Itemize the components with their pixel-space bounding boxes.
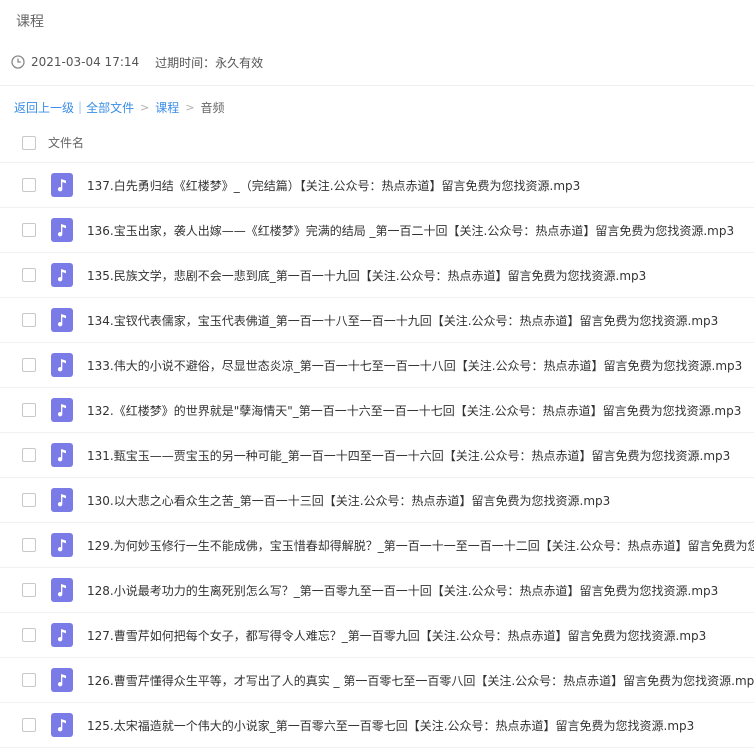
file-row[interactable]: 125.太宋福造就一个伟大的小说家_第一百零六至一百零七回【关注.公众号：热点赤… bbox=[0, 703, 754, 748]
music-note-icon bbox=[51, 443, 73, 467]
file-row[interactable]: 136.宝玉出家，袭人出嫁——《红楼梦》完满的结局 _第一百二十回【关注.公众号… bbox=[0, 208, 754, 253]
music-note-icon bbox=[51, 713, 73, 737]
music-note-icon bbox=[51, 623, 73, 647]
file-row[interactable]: 131.甄宝玉——贾宝玉的另一种可能_第一百一十四至一百一十六回【关注.公众号：… bbox=[0, 433, 754, 478]
music-note-icon bbox=[51, 353, 73, 377]
breadcrumb-divider: | bbox=[78, 100, 83, 114]
file-row[interactable]: 127.曹雪芹如何把每个女子，都写得令人难忘？_第一百零九回【关注.公众号：热点… bbox=[0, 613, 754, 658]
file-checkbox[interactable] bbox=[22, 628, 36, 642]
file-list-header: 文件名 bbox=[0, 123, 754, 163]
all-files-link[interactable]: 全部文件 bbox=[86, 99, 134, 116]
file-name[interactable]: 127.曹雪芹如何把每个女子，都写得令人难忘？_第一百零九回【关注.公众号：热点… bbox=[87, 627, 706, 644]
divider bbox=[0, 85, 754, 86]
breadcrumb-current: 音频 bbox=[200, 100, 225, 115]
file-row[interactable]: 134.宝钗代表儒家，宝玉代表佛道_第一百一十八至一百一十九回【关注.公众号：热… bbox=[0, 298, 754, 343]
music-note-icon bbox=[51, 533, 73, 557]
file-name[interactable]: 137.白先勇归结《红楼梦》_（完结篇）【关注.公众号：热点赤道】留言免费为您找… bbox=[87, 177, 580, 194]
file-name[interactable]: 129.为何妙玉修行一生不能成佛，宝玉惜春却得解脱？_第一百一十一至一百一十二回… bbox=[87, 537, 754, 554]
breadcrumb-separator: > bbox=[185, 100, 195, 114]
music-note-icon bbox=[51, 173, 73, 197]
file-row[interactable]: 126.曹雪芹懂得众生平等，才写出了人的真实 _ 第一百零七至一百零八回【关注.… bbox=[0, 658, 754, 703]
music-note-icon bbox=[51, 668, 73, 692]
breadcrumb: 返回上一级 | 全部文件 > 课程 > 音频 bbox=[14, 99, 225, 115]
music-note-icon bbox=[51, 218, 73, 242]
file-row[interactable]: 128.小说最考功力的生离死别怎么写？_第一百零九至一百一十回【关注.公众号：热… bbox=[0, 568, 754, 613]
file-row[interactable]: 137.白先勇归结《红楼梦》_（完结篇）【关注.公众号：热点赤道】留言免费为您找… bbox=[0, 163, 754, 208]
file-checkbox[interactable] bbox=[22, 718, 36, 732]
file-name[interactable]: 128.小说最考功力的生离死别怎么写？_第一百零九至一百一十回【关注.公众号：热… bbox=[87, 582, 718, 599]
file-name[interactable]: 135.民族文学，悲剧不会一悲到底_第一百一十九回【关注.公众号：热点赤道】留言… bbox=[87, 267, 646, 284]
page-title: 课程 bbox=[16, 14, 44, 30]
file-checkbox[interactable] bbox=[22, 358, 36, 372]
file-name[interactable]: 126.曹雪芹懂得众生平等，才写出了人的真实 _ 第一百零七至一百零八回【关注.… bbox=[87, 672, 754, 689]
course-link[interactable]: 课程 bbox=[155, 99, 179, 116]
music-note-icon bbox=[51, 578, 73, 602]
filename-column-header: 文件名 bbox=[48, 136, 85, 150]
file-row[interactable]: 129.为何妙玉修行一生不能成佛，宝玉惜春却得解脱？_第一百一十一至一百一十二回… bbox=[0, 523, 754, 568]
music-note-icon bbox=[51, 488, 73, 512]
clock-icon bbox=[11, 55, 25, 69]
file-checkbox[interactable] bbox=[22, 538, 36, 552]
file-list: 文件名 137.白先勇归结《红楼梦》_（完结篇）【关注.公众号：热点赤道】留言免… bbox=[0, 123, 754, 748]
file-row[interactable]: 130.以大悲之心看众生之苦_第一百一十三回【关注.公众号：热点赤道】留言免费为… bbox=[0, 478, 754, 523]
file-name[interactable]: 131.甄宝玉——贾宝玉的另一种可能_第一百一十四至一百一十六回【关注.公众号：… bbox=[87, 447, 730, 464]
file-checkbox[interactable] bbox=[22, 673, 36, 687]
breadcrumb-separator: > bbox=[140, 100, 150, 114]
file-name[interactable]: 136.宝玉出家，袭人出嫁——《红楼梦》完满的结局 _第一百二十回【关注.公众号… bbox=[87, 222, 734, 239]
file-checkbox[interactable] bbox=[22, 223, 36, 237]
file-checkbox[interactable] bbox=[22, 493, 36, 507]
file-row[interactable]: 132.《红楼梦》的世界就是"孽海情天"_第一百一十六至一百一十七回【关注.公众… bbox=[0, 388, 754, 433]
file-name[interactable]: 134.宝钗代表儒家，宝玉代表佛道_第一百一十八至一百一十九回【关注.公众号：热… bbox=[87, 312, 718, 329]
file-name[interactable]: 133.伟大的小说不避俗，尽显世态炎凉_第一百一十七至一百一十八回【关注.公众号… bbox=[87, 357, 742, 374]
file-name[interactable]: 125.太宋福造就一个伟大的小说家_第一百零六至一百零七回【关注.公众号：热点赤… bbox=[87, 717, 694, 734]
file-checkbox[interactable] bbox=[22, 313, 36, 327]
file-row[interactable]: 133.伟大的小说不避俗，尽显世态炎凉_第一百一十七至一百一十八回【关注.公众号… bbox=[0, 343, 754, 388]
file-checkbox[interactable] bbox=[22, 403, 36, 417]
file-checkbox[interactable] bbox=[22, 178, 36, 192]
expire-label: 过期时间：永久有效 bbox=[155, 55, 264, 70]
file-checkbox[interactable] bbox=[22, 583, 36, 597]
file-checkbox[interactable] bbox=[22, 448, 36, 462]
music-note-icon bbox=[51, 263, 73, 287]
select-all-checkbox[interactable] bbox=[22, 135, 36, 150]
file-checkbox[interactable] bbox=[22, 268, 36, 282]
share-date: 2021-03-04 17:14 bbox=[31, 55, 140, 69]
file-name[interactable]: 130.以大悲之心看众生之苦_第一百一十三回【关注.公众号：热点赤道】留言免费为… bbox=[87, 492, 610, 509]
music-note-icon bbox=[51, 398, 73, 422]
file-meta: 2021-03-04 17:14 过期时间：永久有效 bbox=[11, 53, 263, 71]
file-row[interactable]: 135.民族文学，悲剧不会一悲到底_第一百一十九回【关注.公众号：热点赤道】留言… bbox=[0, 253, 754, 298]
music-note-icon bbox=[51, 308, 73, 332]
back-link[interactable]: 返回上一级 bbox=[14, 99, 74, 116]
file-name[interactable]: 132.《红楼梦》的世界就是"孽海情天"_第一百一十六至一百一十七回【关注.公众… bbox=[87, 402, 741, 419]
